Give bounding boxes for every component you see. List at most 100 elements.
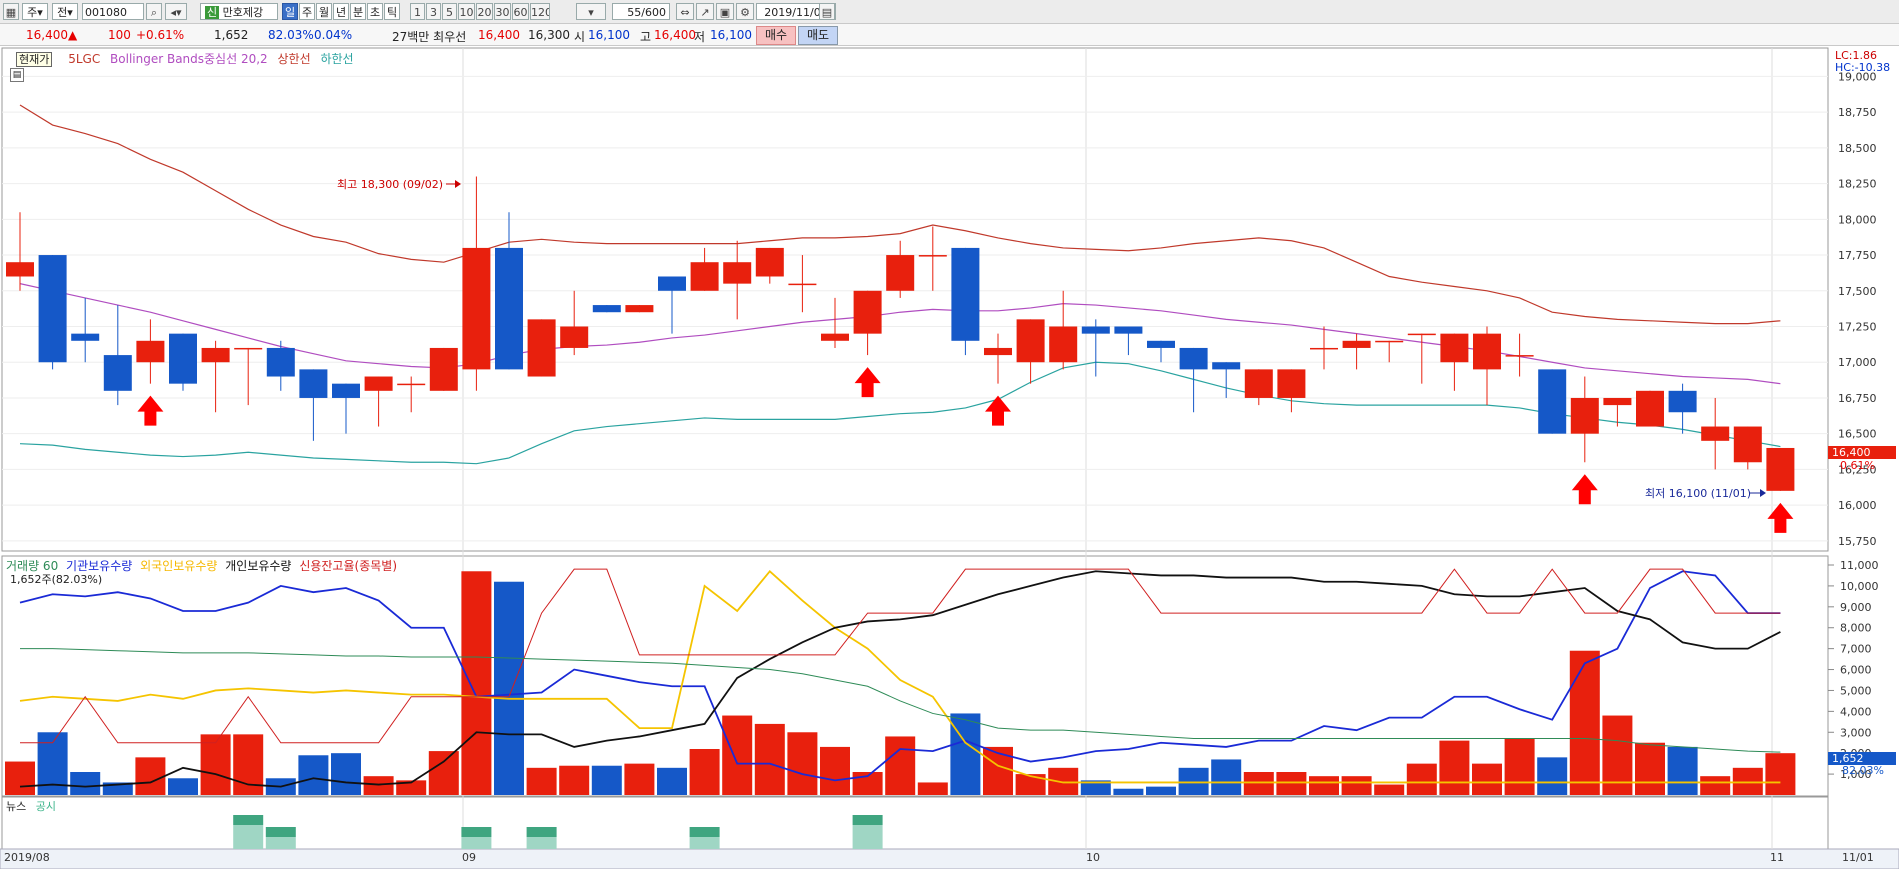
mode-select-1[interactable]: 주▾ <box>22 3 48 20</box>
low-annotation-arrowhead <box>1760 489 1766 497</box>
news-bar-5 <box>852 815 883 825</box>
chart-area[interactable]: 15,75016,00016,25016,50016,75017,00017,2… <box>0 46 1899 869</box>
period-tab-2[interactable]: 월 <box>316 3 332 20</box>
panel-toggle-icon[interactable]: ▤ <box>10 68 24 82</box>
interval-tab-30[interactable]: 30 <box>494 3 511 20</box>
volume-bar-37 <box>1211 759 1242 795</box>
zoom-icon[interactable]: ⇔ <box>676 3 694 20</box>
volume-tick-label-9: 10,000 <box>1840 580 1879 593</box>
price-tick-label-12: 18,750 <box>1838 106 1877 119</box>
count-value: 55/600 <box>627 6 666 19</box>
candle-body-47 <box>1538 369 1567 434</box>
volume-bar-16 <box>526 767 557 795</box>
stock-name-field[interactable]: 신 만호제강 <box>200 3 278 20</box>
candle-body-38 <box>1244 369 1273 398</box>
stock-code-value: 001080 <box>85 6 127 19</box>
interval-tab-1[interactable]: 1 <box>410 3 425 20</box>
candle-body-40 <box>1310 347 1338 350</box>
volume-bar-36 <box>1178 767 1209 795</box>
volume-bar-24 <box>787 732 818 795</box>
mode1-label: 주 <box>27 6 38 19</box>
interval-tab-10[interactable]: 10 <box>458 3 475 20</box>
stock-name: 만호제강 <box>222 6 264 19</box>
price-tick-label-3: 16,500 <box>1838 428 1877 441</box>
candle-body-2 <box>71 333 100 341</box>
menu-icon[interactable]: ▦ <box>3 3 19 20</box>
news-bar-0 <box>233 815 264 825</box>
save-icon[interactable]: ▣ <box>716 3 734 20</box>
volume-bar-9 <box>298 755 329 795</box>
volume-bar-13 <box>428 751 459 795</box>
notice-bar-4 <box>689 837 720 849</box>
current-price: 16,400 <box>26 28 68 42</box>
candles <box>6 176 1795 497</box>
candle-body-10 <box>332 383 360 398</box>
interval-tab-3[interactable]: 3 <box>426 3 441 20</box>
candle-body-50 <box>1636 390 1664 427</box>
volume-bar-11 <box>363 776 394 795</box>
volume-value: 1,652 <box>214 28 249 42</box>
mode2-label: 전 <box>57 6 68 19</box>
volume-bar-41 <box>1341 776 1372 795</box>
candle-body-30 <box>984 347 1012 356</box>
volume-bar-20 <box>657 767 687 795</box>
current-price-tag: 16,400 <box>1828 446 1896 459</box>
candle-body-15 <box>495 247 523 370</box>
mode-select-2[interactable]: 전▾ <box>52 3 78 20</box>
candle-body-44 <box>1440 333 1469 363</box>
price-tick-label-0: 15,750 <box>1838 535 1877 548</box>
legend-upper: 상한선 <box>277 52 311 66</box>
volume-tick-label-8: 9,000 <box>1840 601 1872 614</box>
buy-signal-arrow-2 <box>985 395 1011 426</box>
candle-body-5 <box>169 333 197 384</box>
period-tab-1[interactable]: 주 <box>299 3 315 20</box>
sell-button[interactable]: 매도 <box>798 26 839 45</box>
period-tab-6[interactable]: 틱 <box>384 3 400 20</box>
best-bid: 16,300 <box>528 28 570 42</box>
interval-tab-20[interactable]: 20 <box>476 3 493 20</box>
volume-bar-23 <box>754 723 785 795</box>
sound-icon[interactable]: ◂▾ <box>165 3 187 20</box>
volume-tick-label-6: 7,000 <box>1840 643 1872 656</box>
interval-tab-60[interactable]: 60 <box>512 3 529 20</box>
stock-code-input[interactable]: 001080 <box>82 3 144 20</box>
candle-body-12 <box>397 383 426 386</box>
search-icon[interactable]: ⌕ <box>146 3 162 20</box>
price-tick-label-9: 18,000 <box>1838 213 1877 226</box>
volume-bar-29 <box>950 713 981 795</box>
count-field[interactable]: 55/600 <box>612 3 670 20</box>
candle-body-35 <box>1147 340 1175 348</box>
settings-icon[interactable]: ⚙ <box>736 3 754 20</box>
low-label: 저 <box>694 30 706 44</box>
legend-notice: 공시 <box>35 800 56 813</box>
volume-bar-40 <box>1309 776 1339 795</box>
candle-body-39 <box>1277 369 1306 398</box>
volume-tick-label-5: 6,000 <box>1840 664 1872 677</box>
candle-body-17 <box>560 326 589 348</box>
interval-tab-5[interactable]: 5 <box>442 3 457 20</box>
volume-bar-28 <box>917 782 948 795</box>
chart-type-icon[interactable]: ↗ <box>696 3 714 20</box>
volume-tick-label-2: 3,000 <box>1840 726 1872 739</box>
candle-body-25 <box>821 333 849 341</box>
low-price: 16,100 <box>710 28 752 42</box>
period-tab-3[interactable]: 년 <box>333 3 349 20</box>
price-panel-frame <box>1 47 1829 552</box>
interval-dropdown[interactable]: ▾ <box>576 3 606 20</box>
volume-bar-31 <box>1015 774 1046 795</box>
volume-bar-32 <box>1048 767 1079 795</box>
period-tab-4[interactable]: 분 <box>350 3 366 20</box>
volume-tick-label-7: 8,000 <box>1840 622 1872 635</box>
period-tab-5[interactable]: 초 <box>367 3 383 20</box>
calendar-icon[interactable]: ▤ <box>819 3 835 20</box>
buy-signal-arrow-4 <box>1767 502 1794 533</box>
interval-tab-120[interactable]: 120 <box>530 3 550 20</box>
candle-body-28 <box>918 255 947 257</box>
candle-body-8 <box>266 347 295 377</box>
volume-bar-10 <box>331 753 361 795</box>
summary-text: 27백만 최우선 <box>392 30 467 44</box>
buy-button[interactable]: 매수 <box>756 26 797 45</box>
candle-body-45 <box>1473 333 1501 370</box>
period-tab-0[interactable]: 일 <box>282 3 298 20</box>
notice-bar-3 <box>526 837 557 849</box>
